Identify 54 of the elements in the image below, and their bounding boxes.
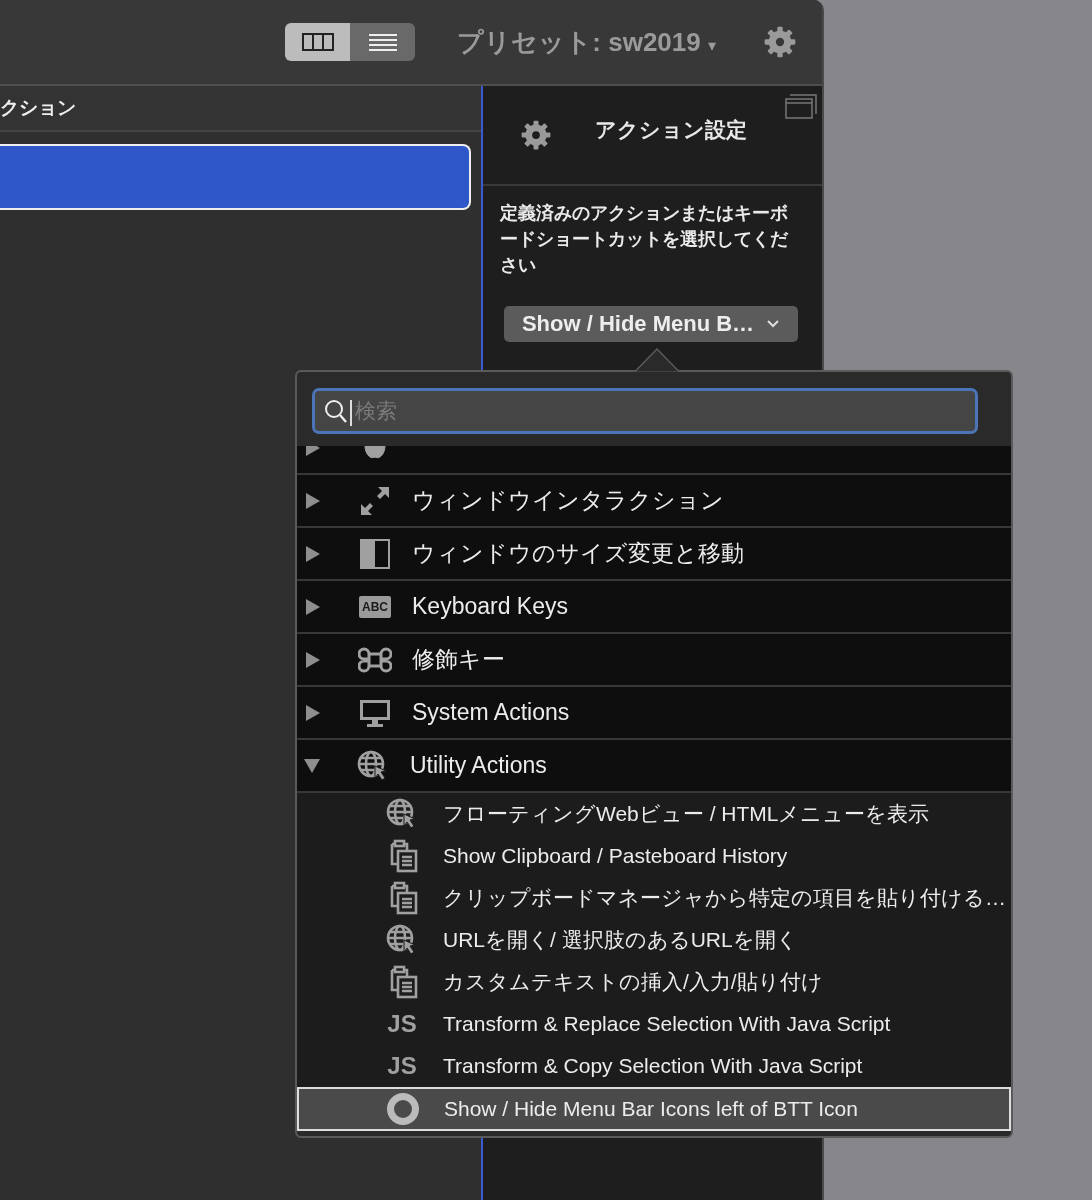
action-label: フローティングWebビュー / HTMLメニューを表示: [443, 801, 930, 827]
trigger-row[interactable]: [0, 144, 471, 210]
category-label: ウィンドウインタラクション: [412, 486, 724, 515]
category-row[interactable]: 修飾キー: [297, 634, 1011, 687]
action-dropdown[interactable]: Show / Hide Menu B…: [504, 306, 798, 342]
chevron-down-icon: [766, 319, 781, 329]
preset-selector[interactable]: プリセット: sw2019 ▾: [457, 24, 716, 60]
action-label: クリップボードマネージャから特定の項目を貼り付ける…: [443, 885, 1006, 911]
disc-icon: [386, 1092, 420, 1126]
panel-title: アクション設定: [595, 117, 747, 143]
action-item[interactable]: フローティングWebビュー / HTMLメニューを表示: [297, 793, 1011, 835]
category-label: System Actions: [412, 699, 570, 726]
category-label: 修飾キー: [412, 645, 505, 674]
category-label: Keyboard Keys: [412, 593, 568, 620]
action-label: Transform & Copy Selection With Java Script: [443, 1054, 863, 1078]
action-label: Show / Hide Menu Bar Icons left of BTT Icon: [444, 1097, 858, 1121]
action-item[interactable]: URLを開く/ 選択肢のあるURLを開く: [297, 919, 1011, 961]
action-label: Transform & Replace Selection With Java Script: [443, 1012, 891, 1036]
js-label: JS: [387, 1010, 417, 1038]
caret-icon: ▾: [707, 36, 716, 54]
key-label: ABC: [359, 595, 391, 618]
gear-icon: [521, 120, 551, 150]
column-header-text: クション: [0, 96, 76, 120]
window-split-icon: [358, 536, 392, 571]
instruction-text: 定義済みのアクションまたはキーボードショートカットを選択してください: [500, 202, 789, 277]
category-label: ウィンドウのサイズ変更と移動: [412, 539, 744, 568]
js-label: JS: [387, 1052, 417, 1080]
search-icon: [324, 399, 348, 425]
category-row[interactable]: ABC Keyboard Keys: [297, 581, 1011, 634]
expand-triangle-icon[interactable]: [306, 704, 320, 721]
action-label: URLを開く/ 選択肢のあるURLを開く: [443, 927, 798, 953]
expand-triangle-icon[interactable]: [306, 598, 320, 615]
action-label: Show Clipboard / Pasteboard History: [443, 844, 788, 868]
category-row[interactable]: ウィンドウインタラクション: [297, 475, 1011, 528]
category-label: Utility Actions: [410, 752, 547, 779]
columns-icon: [300, 32, 335, 52]
category-row[interactable]: Utility Actions: [297, 740, 1011, 793]
category-row[interactable]: System Actions: [297, 687, 1011, 740]
expand-triangle-icon[interactable]: [306, 651, 320, 668]
action-item[interactable]: カスタムテキストの挿入/入力/貼り付け: [297, 961, 1011, 1003]
action-item[interactable]: JS Transform & Copy Selection With Java Script: [297, 1045, 1011, 1087]
action-label: カスタムテキストの挿入/入力/貼り付け: [443, 969, 823, 995]
collapse-triangle-icon[interactable]: [304, 758, 320, 773]
action-item[interactable]: クリップボードマネージャから特定の項目を貼り付ける…: [297, 877, 1011, 919]
action-item[interactable]: Show Clipboard / Pasteboard History: [297, 835, 1011, 877]
expand-triangle-icon[interactable]: [306, 545, 320, 562]
windows-icon[interactable]: [784, 92, 818, 120]
category-row[interactable]: ウィンドウのサイズ変更と移動: [297, 528, 1011, 581]
view-mode-toggle[interactable]: [350, 23, 416, 61]
action-item[interactable]: JS Transform & Replace Selection With Java Script: [297, 1003, 1011, 1045]
view-mode-toggle[interactable]: [285, 23, 351, 61]
settings-icon[interactable]: [764, 26, 796, 58]
expand-triangle-icon[interactable]: [306, 492, 320, 509]
action-item[interactable]: Show / Hide Menu Bar Icons left of BTT Icon: [297, 1087, 1011, 1131]
